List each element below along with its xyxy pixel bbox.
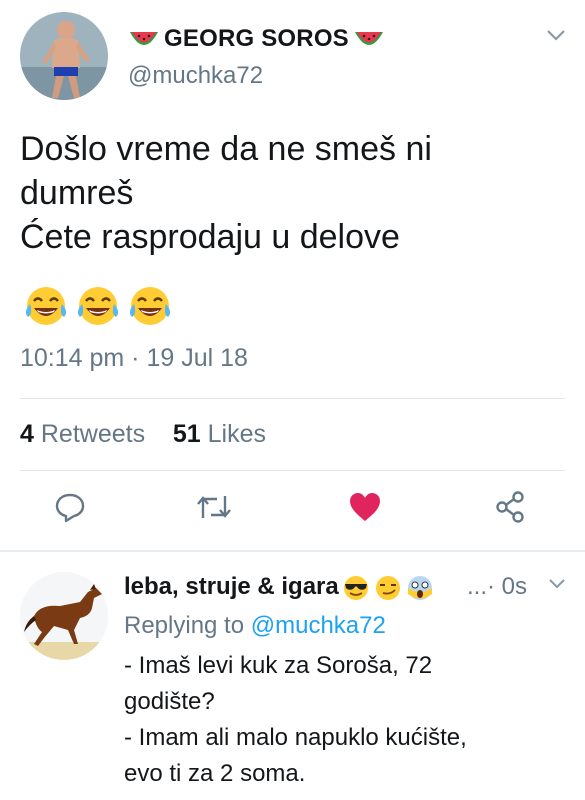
- reply-time[interactable]: · 0s: [487, 573, 527, 600]
- author-handle[interactable]: @muchka72: [128, 62, 263, 90]
- sunglasses-face-icon: [343, 576, 368, 600]
- tweet-stats: 4 Retweets 51 Likes: [20, 420, 266, 449]
- tweet-emoji-row: [22, 284, 174, 328]
- smirking-face-icon: [375, 576, 400, 600]
- retweet-button[interactable]: [194, 487, 234, 527]
- retweets-count: 4: [20, 420, 34, 448]
- retweet-icon: [197, 496, 231, 518]
- tweet-timestamp[interactable]: 10:14 pm · 19 Jul 18: [20, 344, 248, 373]
- tweet-action-bar: [0, 487, 585, 537]
- reply-meta: ...· 0s: [467, 573, 527, 601]
- divider: [20, 398, 565, 399]
- screaming-face-icon: [407, 576, 432, 600]
- likes-label: Likes: [207, 420, 267, 448]
- crying-laughing-face-icon: [77, 287, 119, 325]
- reply-author-name[interactable]: leba, struje & igara: [124, 573, 435, 601]
- chevron-down-icon[interactable]: [547, 578, 567, 590]
- horse-photo: [20, 572, 108, 660]
- reply-line: - Imam ali malo napuklo kućište,: [124, 724, 467, 751]
- watermelon-icon: [354, 32, 383, 45]
- chevron-down-icon[interactable]: [545, 28, 567, 42]
- replying-to-mention[interactable]: @muchka72: [251, 612, 386, 639]
- reply-ellipsis: ...: [467, 573, 488, 600]
- share-button[interactable]: [490, 487, 530, 527]
- like-button[interactable]: [345, 487, 385, 527]
- crying-laughing-face-icon: [25, 287, 67, 325]
- watermelon-icon: [130, 32, 158, 45]
- author-name-text: GEORG SOROS: [164, 25, 349, 52]
- tweet-line: Došlo vreme da ne smeš ni: [20, 130, 432, 168]
- reply-text: - Imaš levi kuk za Soroša, 72 godište? -…: [124, 648, 564, 792]
- likes-count: 51: [172, 420, 201, 448]
- reply-line: - Imaš levi kuk za Soroša, 72: [124, 652, 433, 679]
- divider: [20, 470, 565, 471]
- author-photo: [20, 12, 108, 100]
- share-icon: [496, 491, 524, 523]
- like-icon: [350, 493, 380, 521]
- replying-to-prefix: Replying to: [124, 612, 245, 639]
- tweet-line: Ćete rasprodaju u delove: [20, 218, 400, 256]
- section-divider: [0, 550, 585, 552]
- reply-line: evo ti za 2 soma.: [124, 760, 306, 787]
- replying-to: Replying to @muchka72: [124, 612, 386, 640]
- reply-author-name-text: leba, struje & igara: [124, 573, 339, 600]
- reply-icon: [55, 493, 85, 523]
- tweet-text: Došlo vreme da ne smeš ni dumreš Ćete ra…: [20, 127, 565, 259]
- tweet-line: dumreš: [20, 174, 134, 212]
- author-name[interactable]: GEORG SOROS: [128, 25, 385, 53]
- likes-stat[interactable]: 51 Likes: [173, 420, 266, 448]
- reply-author-avatar[interactable]: [20, 572, 108, 660]
- crying-laughing-face-icon: [129, 287, 171, 325]
- retweets-label: Retweets: [40, 420, 146, 448]
- retweets-stat[interactable]: 4 Retweets: [20, 420, 145, 448]
- reply-line: godište?: [124, 688, 215, 715]
- author-avatar[interactable]: [20, 12, 108, 100]
- reply-button[interactable]: [50, 487, 90, 527]
